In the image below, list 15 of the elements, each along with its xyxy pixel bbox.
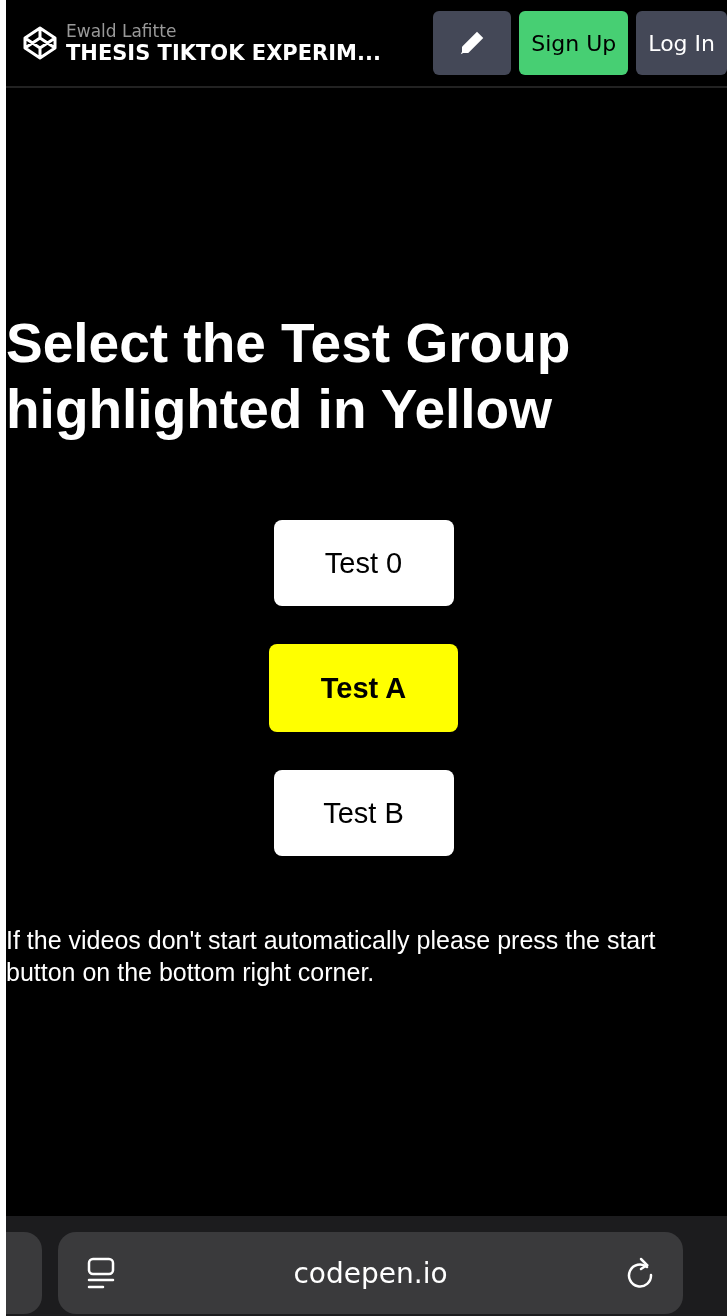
- address-bar[interactable]: codepen.io: [58, 1232, 683, 1314]
- log-in-button[interactable]: Log In: [636, 11, 727, 75]
- author-name: Ewald Lafitte: [66, 21, 178, 41]
- pen-title: THESIS TIKTOK EXPERIM...: [66, 41, 382, 65]
- reload-icon[interactable]: [625, 1256, 655, 1290]
- sign-up-button[interactable]: Sign Up: [519, 11, 629, 75]
- test-group-button[interactable]: Test B: [273, 770, 454, 856]
- test-group-button[interactable]: Test A: [269, 644, 458, 732]
- page-heading: Select the Test Group highlighted in Yellow: [6, 311, 572, 442]
- instruction-text: If the videos don't start automatically please press the start button on the bottom right corner.: [6, 925, 657, 988]
- url-text: codepen.io: [292, 1256, 449, 1290]
- test-group-button[interactable]: Test 0: [273, 520, 454, 606]
- reader-icon: [86, 1256, 116, 1290]
- cube-logo-icon: [22, 25, 58, 61]
- edit-button[interactable]: [433, 11, 512, 75]
